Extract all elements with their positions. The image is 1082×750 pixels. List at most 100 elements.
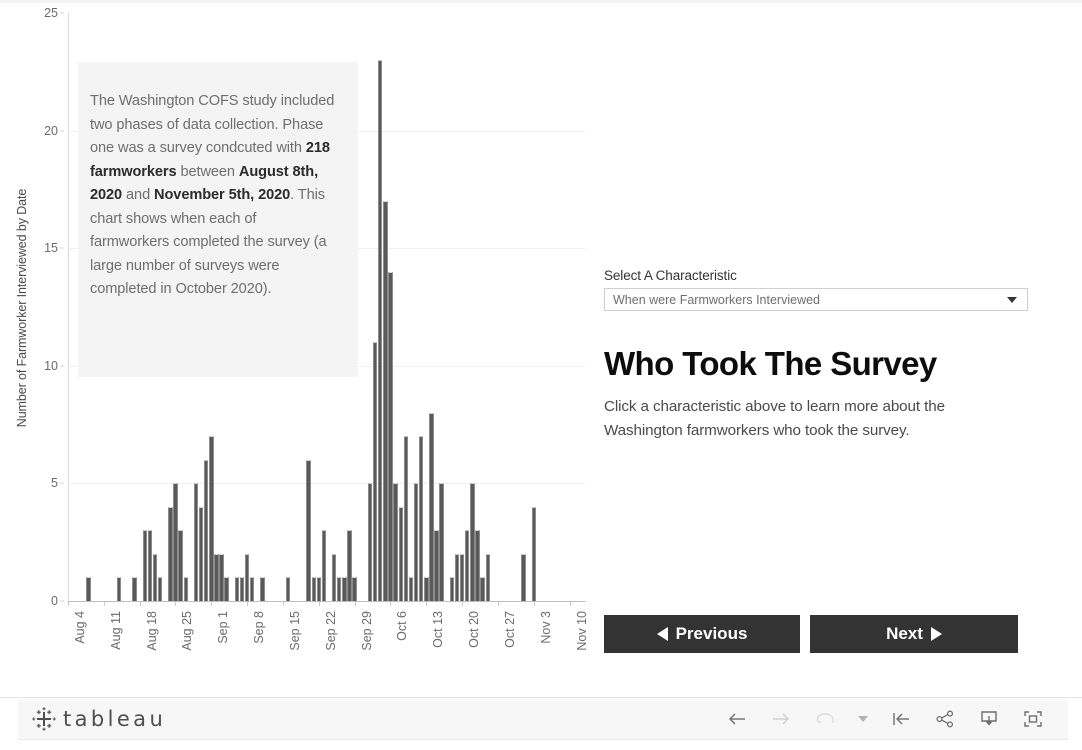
bar[interactable] — [434, 530, 439, 601]
bar[interactable] — [219, 553, 224, 601]
back-arrow-icon[interactable] — [726, 708, 748, 730]
bar[interactable] — [86, 577, 91, 601]
download-icon[interactable] — [978, 708, 1000, 730]
bar[interactable] — [224, 577, 229, 601]
bar[interactable] — [531, 506, 536, 601]
chart-viz-area: Number of Farmworker Interviewed by Date… — [0, 3, 1082, 690]
y-axis-tick-mark — [60, 365, 64, 367]
bar[interactable] — [116, 577, 122, 601]
reset-to-start-icon[interactable] — [890, 708, 912, 730]
x-axis-tick-mark — [426, 602, 428, 606]
bar[interactable] — [449, 577, 455, 601]
bar[interactable] — [183, 577, 188, 601]
bar[interactable] — [147, 530, 153, 601]
select-characteristic-label: Select A Characteristic — [604, 268, 737, 283]
tableau-wordmark: tableau — [63, 707, 167, 731]
bar[interactable] — [398, 506, 403, 601]
forward-arrow-icon[interactable] — [770, 708, 792, 730]
bar[interactable] — [372, 342, 378, 601]
x-axis-tick-mark — [247, 602, 249, 606]
x-axis-tick-mark — [354, 602, 356, 606]
bar[interactable] — [424, 577, 429, 601]
bar[interactable] — [429, 412, 434, 601]
bar[interactable] — [439, 483, 444, 601]
x-axis-tick-mark — [103, 602, 105, 606]
bar[interactable] — [480, 577, 485, 601]
bar[interactable] — [306, 459, 311, 601]
bar[interactable] — [152, 553, 158, 601]
bar[interactable] — [173, 483, 178, 601]
bar[interactable] — [342, 577, 347, 601]
tableau-logo[interactable]: tableau — [32, 707, 166, 731]
bar[interactable] — [260, 577, 265, 601]
x-axis-tick-mark — [282, 602, 284, 606]
bar[interactable] — [413, 483, 419, 601]
bar[interactable] — [475, 530, 480, 601]
bar[interactable] — [178, 530, 183, 601]
bar[interactable] — [337, 577, 342, 601]
bar[interactable] — [311, 577, 316, 601]
bar[interactable] — [393, 483, 398, 601]
revert-icon[interactable] — [814, 708, 836, 730]
bar[interactable] — [408, 577, 414, 601]
share-icon[interactable] — [934, 708, 956, 730]
bar[interactable] — [418, 436, 424, 601]
plot-right-edge — [586, 13, 587, 601]
y-axis-tick-label: 15 — [44, 241, 58, 256]
annotation-textbox: The Washington COFS study included two p… — [78, 62, 358, 377]
bar[interactable] — [459, 553, 465, 601]
x-axis-tick-mark — [139, 602, 141, 606]
y-axis-ticks: 0 5 10 15 20 25 — [26, 3, 64, 608]
bar[interactable] — [470, 483, 475, 601]
viz-toolbar — [726, 708, 1054, 730]
bar[interactable] — [214, 553, 219, 601]
characteristic-panel: Select A Characteristic When were Farmwo… — [604, 268, 1028, 443]
bar[interactable] — [465, 530, 470, 601]
bar[interactable] — [209, 436, 214, 601]
x-axis-tick-mark — [211, 602, 213, 606]
characteristic-select-value: When were Farmworkers Interviewed — [613, 292, 821, 307]
bar[interactable] — [285, 577, 291, 601]
bar[interactable] — [521, 553, 526, 601]
bar[interactable] — [367, 483, 373, 601]
bar[interactable] — [198, 506, 204, 601]
navigation-buttons: Previous Next — [604, 615, 1018, 653]
y-axis-tick-label: 10 — [44, 358, 58, 373]
previous-button-label: Previous — [675, 624, 748, 643]
bar[interactable] — [316, 577, 321, 601]
x-axis-tick-label: Nov 10 — [574, 611, 589, 651]
bar[interactable] — [244, 553, 250, 601]
bar[interactable] — [388, 271, 393, 601]
x-axis-tick-label: Sep 29 — [359, 611, 374, 651]
x-axis-tick-mark — [462, 602, 464, 606]
bar[interactable] — [383, 201, 388, 601]
bar[interactable] — [331, 553, 337, 601]
x-axis-tick-label: Aug 25 — [180, 611, 195, 651]
characteristic-select[interactable]: When were Farmworkers Interviewed — [604, 288, 1028, 311]
revert-dropdown-caret-icon[interactable] — [858, 716, 868, 722]
bar[interactable] — [403, 436, 409, 601]
bar[interactable] — [352, 577, 357, 601]
bar[interactable] — [347, 530, 352, 601]
bar[interactable] — [250, 577, 255, 601]
bar[interactable] — [234, 577, 240, 601]
footer-divider — [18, 739, 1068, 740]
bar[interactable] — [132, 577, 137, 601]
next-button[interactable]: Next — [810, 615, 1018, 653]
bar[interactable] — [239, 577, 245, 601]
x-axis-tick-mark — [497, 602, 499, 606]
bar[interactable] — [157, 577, 163, 601]
bar[interactable] — [454, 553, 460, 601]
triangle-right-icon — [930, 627, 942, 641]
bar[interactable] — [142, 530, 147, 601]
x-axis-tick-mark — [175, 602, 177, 606]
y-axis-tick-mark — [60, 482, 64, 484]
previous-button[interactable]: Previous — [604, 615, 800, 653]
bar[interactable] — [321, 530, 327, 601]
bar[interactable] — [204, 459, 209, 601]
bar[interactable] — [378, 60, 383, 601]
fullscreen-icon[interactable] — [1022, 708, 1044, 730]
bar[interactable] — [168, 506, 173, 601]
bar[interactable] — [193, 483, 199, 601]
bar[interactable] — [485, 553, 490, 601]
